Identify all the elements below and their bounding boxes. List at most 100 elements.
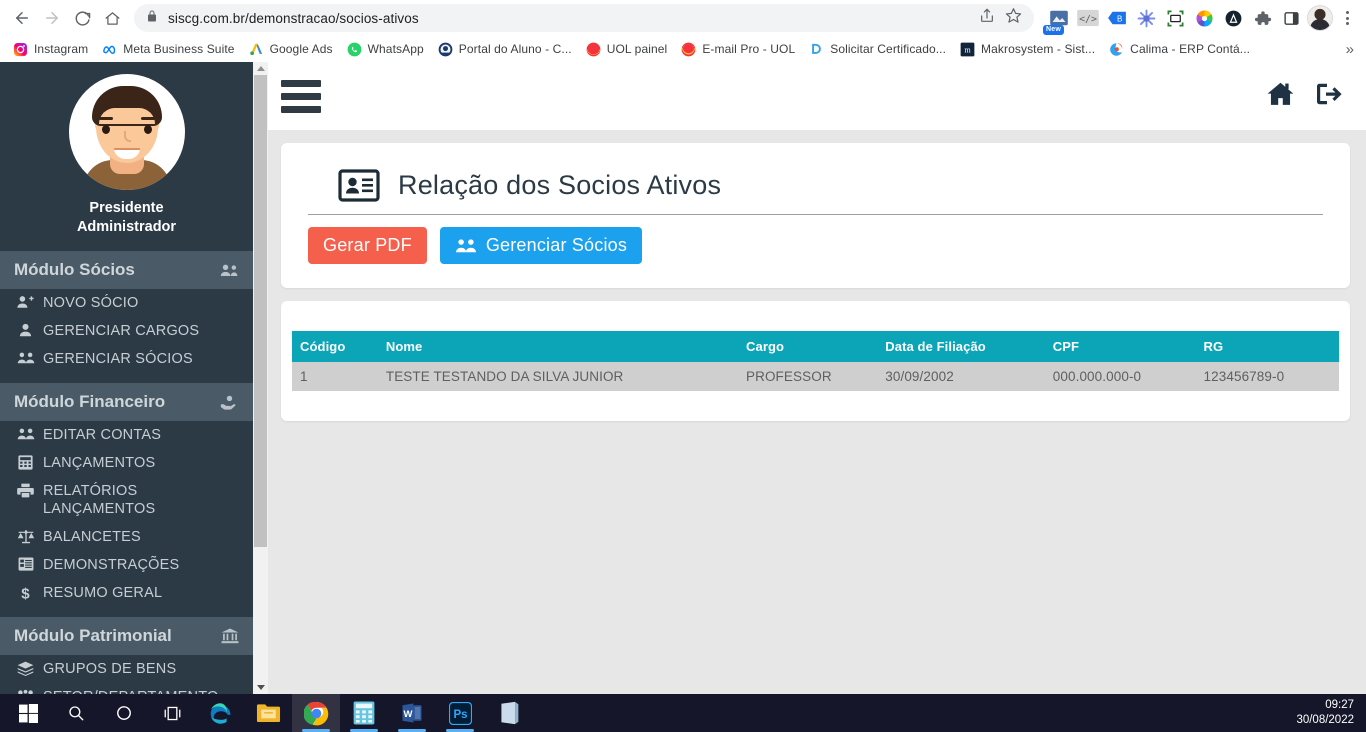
capture-frame-extension-icon[interactable] [1162,5,1188,31]
bookmarks-overflow-button[interactable]: » [1346,41,1360,58]
task-view-button[interactable] [148,694,196,732]
bookmark-solicitar-certificado[interactable]: Solicitar Certificado... [802,40,953,59]
bookmark-makrosystem[interactable]: m Makrosystem - Sist... [953,40,1102,59]
cortana-button[interactable] [100,694,148,732]
color-wheel-extension-icon[interactable] [1191,5,1217,31]
browser-toolbar: siscg.com.br/demonstracao/socios-ativos … [0,0,1366,36]
sidebar-item-balancetes[interactable]: BALANCETES [0,523,253,551]
home-icon[interactable] [1267,81,1294,111]
bookmark-label: Meta Business Suite [123,42,235,56]
scroll-down-arrow-icon[interactable] [253,681,268,694]
sidepanel-icon[interactable] [1278,5,1304,31]
page-header-card: Relação dos Socios Ativos Gerar PDF Gere… [281,143,1350,288]
module-title: Módulo Patrimonial [14,626,172,645]
chrome-menu-icon[interactable] [1336,5,1358,31]
cell-codigo: 1 [292,362,378,391]
bookmark-whatsapp[interactable]: WhatsApp [340,40,431,59]
chrome-button[interactable] [292,694,340,732]
bookmark-label: Calima - ERP Contá... [1130,42,1251,56]
edge-button[interactable] [196,694,244,732]
asterisk-extension-icon[interactable] [1133,5,1159,31]
bookmark-calima-erp[interactable]: Calima - ERP Contá... [1102,40,1257,59]
taskbar-clock[interactable]: 09:27 30/08/2022 [1296,698,1366,728]
new-badge: New [1043,25,1064,35]
printer-icon [16,483,35,498]
file-explorer-button[interactable] [244,694,292,732]
sidebar-item-setor-departamento[interactable]: SETOR/DEPARTAMENTO [0,683,253,694]
bookmark-label: Google Ads [269,42,333,56]
users-icon [455,238,477,254]
scrollbar-thumb[interactable] [254,75,267,547]
bookmark-uol-painel[interactable]: UOL painel [579,40,675,59]
browser-chrome: siscg.com.br/demonstracao/socios-ativos … [0,0,1366,62]
column-header-rg[interactable]: RG [1195,331,1339,362]
word-button[interactable]: W [388,694,436,732]
screenshot-extension-icon[interactable]: New [1043,5,1072,35]
sidebar-module-patrimonial[interactable]: Módulo Patrimonial [0,617,253,655]
column-header-cargo[interactable]: Cargo [738,331,878,362]
balance-scale-icon [16,529,35,544]
bookmark-google-ads[interactable]: Google Ads [242,40,340,59]
profile-avatar[interactable] [1307,5,1333,31]
table-row[interactable]: 1 TESTE TESTANDO DA SILVA JUNIOR PROFESS… [292,362,1339,391]
sidebar-item-lancamentos[interactable]: LANÇAMENTOS [0,449,253,477]
calculator-icon [16,455,35,470]
sidebar-item-label: EDITAR CONTAS [43,427,162,443]
cell-cargo: PROFESSOR [738,362,878,391]
action-button-row: Gerar PDF Gerenciar Sócios [308,215,1323,264]
bookmark-meta-business-suite[interactable]: Meta Business Suite [95,40,241,59]
column-header-codigo[interactable]: Código [292,331,378,362]
share-icon[interactable] [979,8,995,29]
table-card: Código Nome Cargo Data de Filiação CPF R… [281,301,1350,421]
sidebar-item-label: GERENCIAR CARGOS [43,323,200,339]
sidebar-scrollbar[interactable] [253,62,268,694]
sidebar-item-resumo-geral[interactable]: $ RESUMO GERAL [0,579,253,607]
sidebar-item-editar-contas[interactable]: EDITAR CONTAS [0,421,253,449]
sidebar-item-label: GERENCIAR SÓCIOS [43,351,193,367]
sidebar-module-socios[interactable]: Módulo Sócios [0,251,253,289]
sidebar-item-gerenciar-cargos[interactable]: GERENCIAR CARGOS [0,317,253,345]
home-button[interactable] [98,4,126,32]
sidebar-item-novo-socio[interactable]: NOVO SÓCIO [0,289,253,317]
logout-icon[interactable] [1316,82,1344,111]
hamburger-icon[interactable] [281,79,321,113]
sidebar-item-gerenciar-socios[interactable]: GERENCIAR SÓCIOS [0,345,253,373]
sidebar-item-grupos-de-bens[interactable]: GRUPOS DE BENS [0,655,253,683]
column-header-cpf[interactable]: CPF [1044,331,1196,362]
sidebar-item-relatorios-lancamentos[interactable]: RELATÓRIOS LANÇAMENTOS [0,477,253,523]
user-plus-icon [16,295,35,309]
bookmark-instagram[interactable]: Instagram [6,40,95,59]
bluetab-extension-icon[interactable]: B [1104,5,1130,31]
forward-button[interactable] [38,4,66,32]
avast-extension-icon[interactable] [1220,5,1246,31]
bookmark-email-pro-uol[interactable]: E-mail Pro - UOL [674,40,802,59]
back-button[interactable] [8,4,36,32]
puzzle-extensions-icon[interactable] [1249,5,1275,31]
gerenciar-socios-label: Gerenciar Sócios [485,235,628,255]
calculator-button[interactable] [340,694,388,732]
gerar-pdf-button[interactable]: Gerar PDF [308,227,427,264]
photoshop-button[interactable]: Ps [436,694,484,732]
address-bar[interactable]: siscg.com.br/demonstracao/socios-ativos [134,4,1034,32]
table-header-row: Código Nome Cargo Data de Filiação CPF R… [292,331,1339,362]
column-header-nome[interactable]: Nome [377,331,738,362]
layers-icon [16,661,35,676]
page-title: Relação dos Socios Ativos [398,170,722,200]
gerar-pdf-label: Gerar PDF [323,235,412,255]
code-extension-icon[interactable]: </> [1075,5,1101,31]
sidebar-item-label: RELATÓRIOS LANÇAMENTOS [43,483,156,517]
bookmark-star-icon[interactable] [1005,7,1022,29]
gerenciar-socios-button[interactable]: Gerenciar Sócios [439,227,643,264]
search-button[interactable] [52,694,100,732]
sidebar-module-financeiro[interactable]: Módulo Financeiro [0,383,253,421]
reload-button[interactable] [68,4,96,32]
column-header-data-filiacao[interactable]: Data de Filiação [877,331,1045,362]
start-button[interactable] [4,694,52,732]
bookmark-portal-do-aluno[interactable]: Portal do Aluno - C... [431,40,579,59]
app-button[interactable] [484,694,532,732]
users-icon [16,427,35,441]
bookmark-label: UOL painel [606,42,668,56]
sidebar-item-demonstracoes[interactable]: DEMONSTRAÇÕES [0,551,253,579]
sidebar-item-label: NOVO SÓCIO [43,295,139,311]
scroll-up-arrow-icon[interactable] [253,62,268,75]
